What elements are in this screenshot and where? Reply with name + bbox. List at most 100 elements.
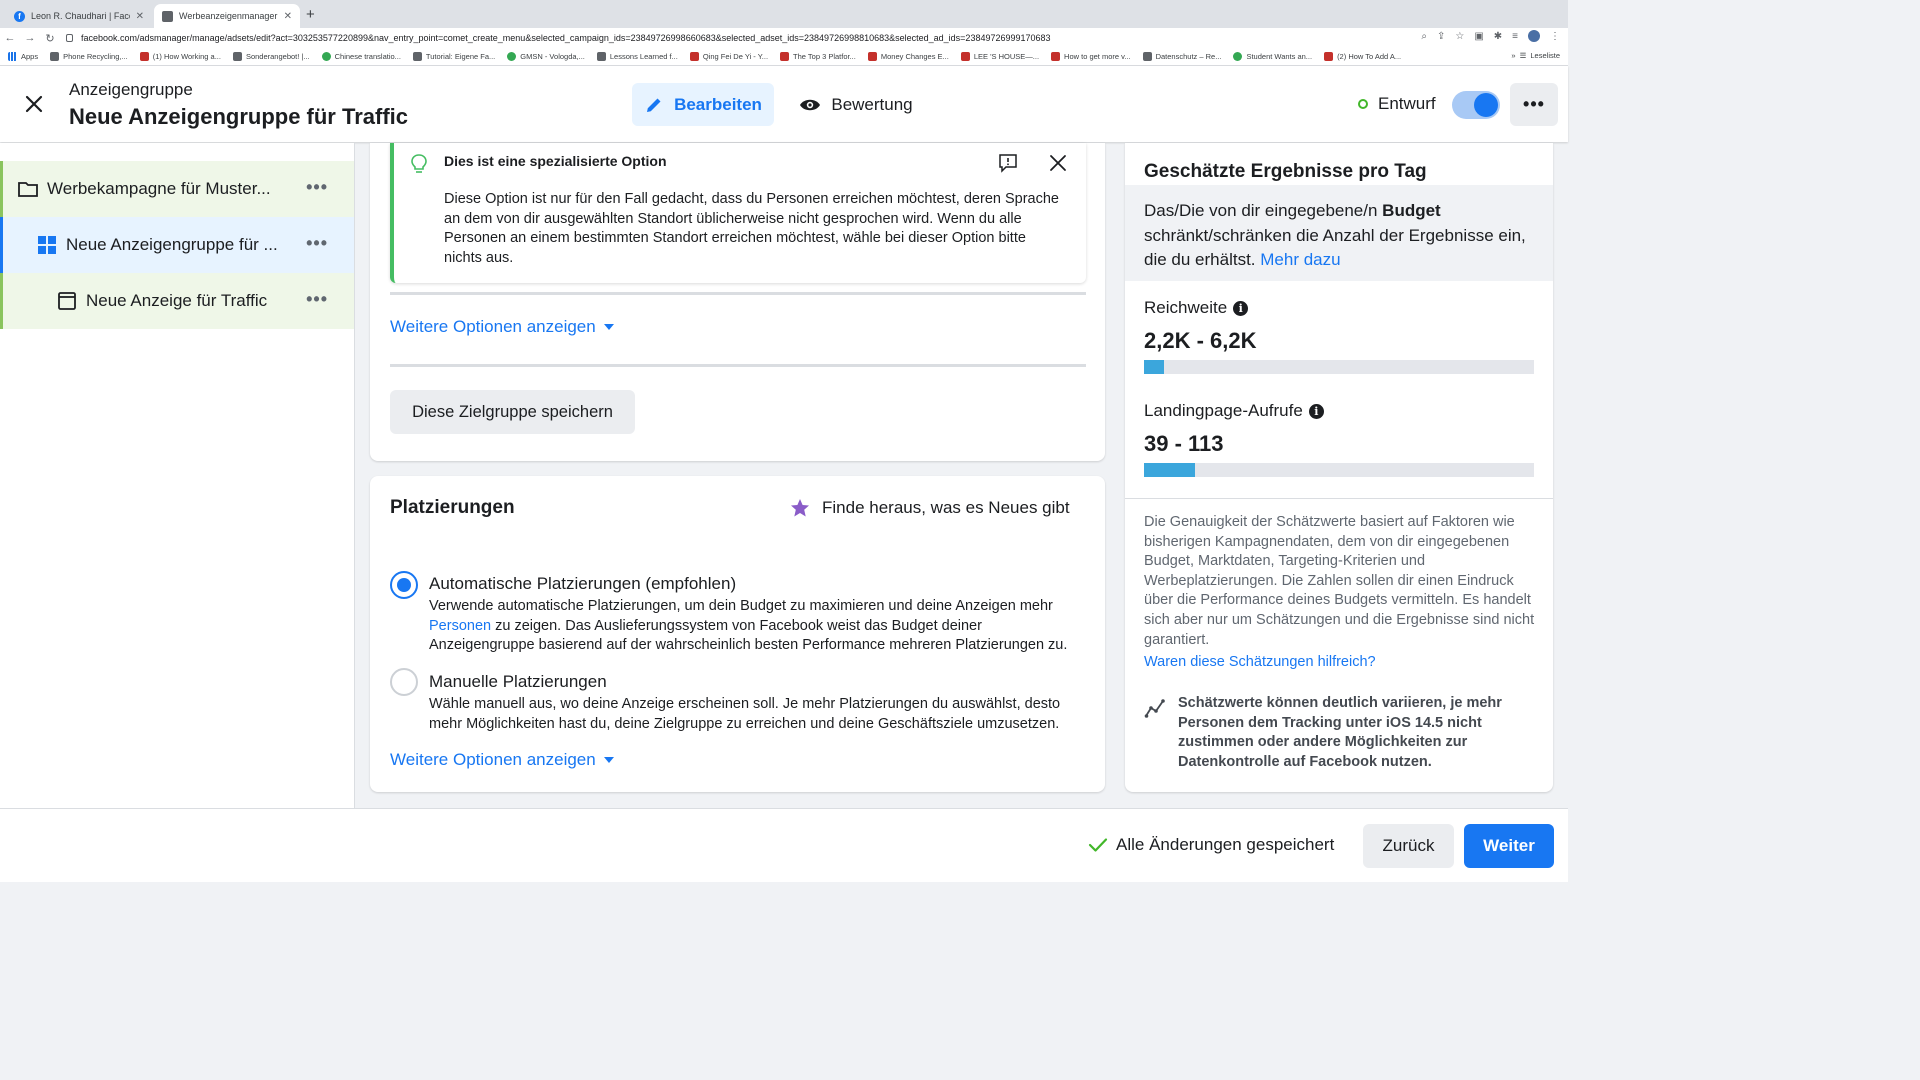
- menu-kebab-icon[interactable]: ⋮: [1550, 31, 1560, 42]
- eye-icon: [800, 99, 821, 110]
- whats-new-link[interactable]: Finde heraus, was es Neues gibt: [790, 498, 1070, 518]
- more-icon[interactable]: •••: [306, 289, 328, 310]
- caret-down-icon: [603, 757, 614, 763]
- more-icon[interactable]: •••: [306, 177, 328, 198]
- bookmark-item[interactable]: Money Changes E...: [867, 52, 949, 61]
- more-options-link[interactable]: Weitere Optionen anzeigen: [390, 317, 614, 337]
- zoom-icon[interactable]: ⌕: [1421, 31, 1427, 42]
- bookmark-item[interactable]: Lessons Learned f...: [596, 52, 678, 61]
- toggle-knob: [1474, 93, 1498, 117]
- star-icon[interactable]: ☆: [1455, 31, 1464, 42]
- tab-label: Werbeanzeigenmanager - Wer: [179, 11, 278, 21]
- saved-status: Alle Änderungen gespeichert: [1088, 835, 1334, 855]
- helpful-feedback-link[interactable]: Waren diese Schätzungen hilfreich?: [1144, 654, 1376, 670]
- bookmark-item[interactable]: (2) How To Add A...: [1324, 52, 1401, 61]
- more-options-button[interactable]: •••: [1510, 83, 1558, 126]
- bookmark-item[interactable]: Sonderangebot! |...: [232, 52, 310, 61]
- bookmark-item[interactable]: How to get more v...: [1051, 52, 1131, 61]
- nav-item-campaign[interactable]: Werbekampagne für Muster... •••: [0, 161, 354, 217]
- share-icon[interactable]: ⇪: [1437, 31, 1445, 42]
- more-icon[interactable]: •••: [306, 233, 328, 254]
- trend-icon: [1144, 699, 1165, 718]
- bookmark-icon: [50, 52, 60, 61]
- back-arrow-icon[interactable]: ←: [0, 32, 20, 44]
- landing-page-views-label: Landingpage-Aufrufe i: [1144, 401, 1324, 421]
- pencil-icon: [647, 98, 661, 112]
- nav-item-adset[interactable]: Neue Anzeigengruppe für ... •••: [0, 217, 354, 273]
- bookmark-item[interactable]: Qing Fei De Yi - Y...: [689, 52, 768, 61]
- ads-manager-header: Anzeigengruppe Neue Anzeigengruppe für T…: [0, 66, 1568, 142]
- bookmark-item[interactable]: The Top 3 Platfor...: [780, 52, 856, 61]
- bookmark-item[interactable]: (1) How Working a...: [139, 52, 221, 61]
- draft-status: Entwurf: [1358, 94, 1436, 114]
- people-link[interactable]: Personen: [429, 618, 491, 634]
- caret-down-icon: [603, 324, 614, 330]
- campaign-tree: Werbekampagne für Muster... ••• Neue Anz…: [0, 143, 355, 808]
- review-button[interactable]: Bewertung: [790, 83, 922, 126]
- learn-more-link[interactable]: Mehr dazu: [1260, 250, 1340, 269]
- saved-label: Alle Änderungen gespeichert: [1116, 835, 1335, 854]
- close-icon[interactable]: [1048, 153, 1068, 173]
- checkmark-icon: [1088, 838, 1108, 852]
- star-icon: [791, 499, 809, 517]
- info-icon[interactable]: i: [1233, 300, 1249, 316]
- youtube-icon: [780, 52, 790, 61]
- estimates-title: Geschätzte Ergebnisse pro Tag: [1144, 161, 1427, 182]
- airbnb-icon: [960, 52, 970, 61]
- adset-toggle[interactable]: [1452, 91, 1500, 119]
- notice-title: Dies ist eine spezialisierte Option: [444, 153, 667, 169]
- bookmark-item[interactable]: Apps: [8, 52, 38, 61]
- divider: [390, 364, 1086, 367]
- nav-item-ad[interactable]: Neue Anzeige für Traffic •••: [0, 273, 354, 329]
- reload-icon[interactable]: ↻: [40, 32, 60, 45]
- chevron-right-icon: » ☰: [1511, 51, 1527, 60]
- more-options-label: Weitere Optionen anzeigen: [390, 750, 596, 769]
- facebook-icon: f: [14, 10, 25, 22]
- manual-placements-radio[interactable]: [390, 668, 418, 696]
- notice-body: Diese Option ist nur für den Fall gedach…: [444, 191, 1059, 266]
- youtube-icon: [1324, 52, 1334, 61]
- puzzle-icon[interactable]: ✱: [1494, 31, 1502, 42]
- reading-list[interactable]: » ☰ Leseliste: [1511, 51, 1560, 60]
- bookmark-item[interactable]: Datenschutz – Re...: [1142, 52, 1221, 61]
- forward-arrow-icon[interactable]: →: [20, 32, 40, 44]
- profile-avatar[interactable]: [1528, 30, 1540, 42]
- close-icon[interactable]: ✕: [284, 11, 292, 22]
- more-options-link[interactable]: Weitere Optionen anzeigen: [390, 750, 614, 770]
- bookmark-icon: [1233, 52, 1243, 61]
- youtube-icon: [1051, 52, 1061, 61]
- extension-facebook-icon[interactable]: ▣: [1474, 31, 1483, 42]
- browser-tab-adsmanager[interactable]: Werbeanzeigenmanager - Wer ✕: [154, 4, 300, 28]
- bookmark-item[interactable]: Student Wants an...: [1233, 52, 1312, 61]
- bookmark-item[interactable]: Tutorial: Eigene Fa...: [412, 52, 495, 61]
- info-icon[interactable]: i: [1308, 403, 1324, 419]
- new-tab-icon[interactable]: +: [306, 6, 315, 23]
- auto-placements-radio[interactable]: [390, 571, 418, 599]
- bookmark-icon: [321, 52, 331, 61]
- specialized-option-notice: Dies ist eine spezialisierte Option Dies…: [390, 143, 1086, 283]
- url-text: facebook.com/adsmanager/manage/adsets/ed…: [81, 33, 1051, 43]
- media-icon[interactable]: ≡: [1512, 31, 1518, 42]
- divider: [390, 292, 1086, 295]
- apps-icon: [8, 52, 17, 61]
- browser-tab-facebook[interactable]: f Leon R. Chaudhari | Facebook ✕: [6, 4, 152, 28]
- manual-placements-title: Manuelle Platzierungen: [429, 672, 607, 691]
- url-field[interactable]: facebook.com/adsmanager/manage/adsets/ed…: [66, 30, 1456, 46]
- bookmark-item[interactable]: GMSN - Vologda,...: [507, 52, 585, 61]
- edit-button[interactable]: Bearbeiten: [632, 83, 774, 126]
- landing-page-views-bar-fill: [1144, 463, 1195, 477]
- page-subtitle: Anzeigengruppe: [69, 80, 193, 99]
- back-button[interactable]: Zurück: [1363, 824, 1454, 868]
- estimated-results-panel: Geschätzte Ergebnisse pro Tag Das/Die vo…: [1125, 143, 1553, 792]
- bookmark-item[interactable]: Chinese translatio...: [321, 52, 401, 61]
- bookmark-item[interactable]: LEE 'S HOUSE—...: [960, 52, 1039, 61]
- reach-bar: [1144, 360, 1534, 374]
- auto-placements-desc: Verwende automatische Platzierungen, um …: [429, 598, 1068, 653]
- feedback-icon[interactable]: [998, 153, 1018, 173]
- bookmark-item[interactable]: Phone Recycling,...: [50, 52, 128, 61]
- next-button[interactable]: Weiter: [1464, 824, 1554, 868]
- close-icon[interactable]: ✕: [136, 11, 144, 22]
- close-icon[interactable]: [24, 94, 44, 114]
- landing-page-views-value: 39 - 113: [1144, 431, 1224, 456]
- save-audience-button[interactable]: Diese Zielgruppe speichern: [390, 390, 635, 434]
